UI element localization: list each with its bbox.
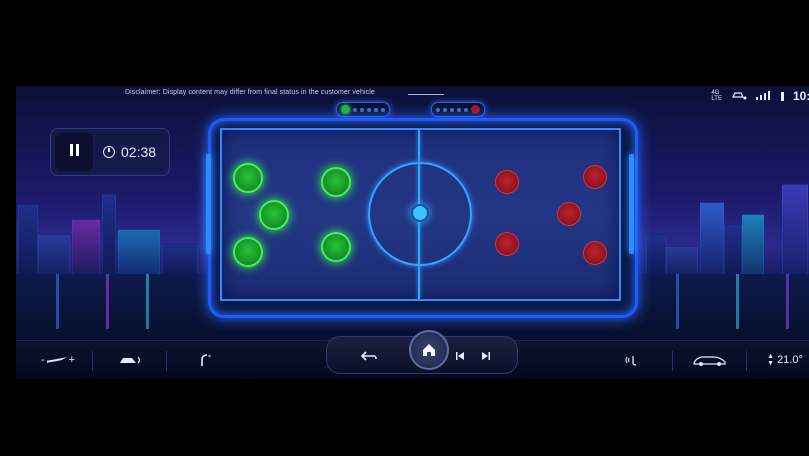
previous-track-button[interactable] [451, 343, 469, 369]
green-piece[interactable] [233, 237, 263, 267]
temperature-control[interactable]: ▲ ▼ 21.0° [761, 347, 809, 373]
team-red-indicator [471, 105, 480, 114]
bottom-control-bar: - + * ▲ ▼ 21.0° [16, 330, 809, 379]
city-skyline-right [636, 184, 809, 276]
next-track-icon [482, 352, 490, 360]
pause-icon [68, 143, 80, 161]
right-goal [629, 154, 634, 254]
green-piece[interactable] [233, 163, 263, 193]
temperature-arrows-icon: ▲ ▼ [767, 353, 775, 367]
left-goal [206, 154, 211, 254]
game-timer-panel: 02:38 [50, 128, 170, 176]
volume-control[interactable]: - + [38, 347, 78, 373]
puck[interactable] [411, 204, 429, 222]
voice-icon [625, 356, 637, 366]
game-screen: Disclaimer: Display content may differ f… [16, 86, 809, 376]
navigation-dock [326, 330, 518, 374]
volume-minus[interactable]: - [41, 354, 45, 366]
score-indicator-right [431, 102, 485, 117]
red-piece [583, 241, 607, 265]
network-type-icon: 4G LTE [711, 90, 722, 102]
volume-plus[interactable]: + [69, 354, 75, 366]
back-icon [361, 351, 377, 361]
connected-car-icon [731, 90, 747, 102]
previous-track-icon [456, 352, 464, 360]
green-piece[interactable] [259, 200, 289, 230]
car-sound-icon [120, 356, 141, 364]
pause-button[interactable] [55, 133, 93, 171]
red-piece [583, 165, 607, 189]
game-field[interactable] [220, 128, 621, 301]
stopwatch-icon [103, 146, 115, 158]
headrest-button[interactable]: * [196, 347, 216, 373]
red-piece [495, 170, 519, 194]
vehicle-button[interactable] [690, 347, 730, 373]
headrest-icon: * [201, 354, 211, 366]
svg-text:*: * [208, 354, 211, 361]
disclaimer-underline [408, 94, 444, 95]
green-piece[interactable] [321, 167, 351, 197]
red-piece [495, 232, 519, 256]
signal-strength-icon [755, 90, 772, 102]
car-icon [693, 356, 726, 366]
score-indicator-left [336, 102, 390, 117]
home-icon [423, 344, 435, 356]
timer-value: 02:38 [121, 144, 157, 160]
home-button[interactable] [409, 330, 449, 370]
car-sound-button[interactable] [116, 347, 144, 373]
city-skyline-left [16, 186, 206, 276]
next-track-button[interactable] [477, 343, 495, 369]
green-piece[interactable] [321, 232, 351, 262]
temperature-value: 21.0° [777, 354, 803, 366]
status-bar: 4GLTE 10:1 [711, 88, 809, 104]
volume-slider-icon [46, 357, 67, 363]
team-green-indicator [341, 105, 350, 114]
back-button[interactable] [357, 343, 381, 369]
disclaimer-text: Disclaimer: Display content may differ f… [125, 89, 375, 96]
battery-icon [780, 91, 784, 101]
red-piece [557, 202, 581, 226]
voice-control-button[interactable] [622, 347, 642, 373]
status-clock: 10:1 [792, 89, 809, 103]
